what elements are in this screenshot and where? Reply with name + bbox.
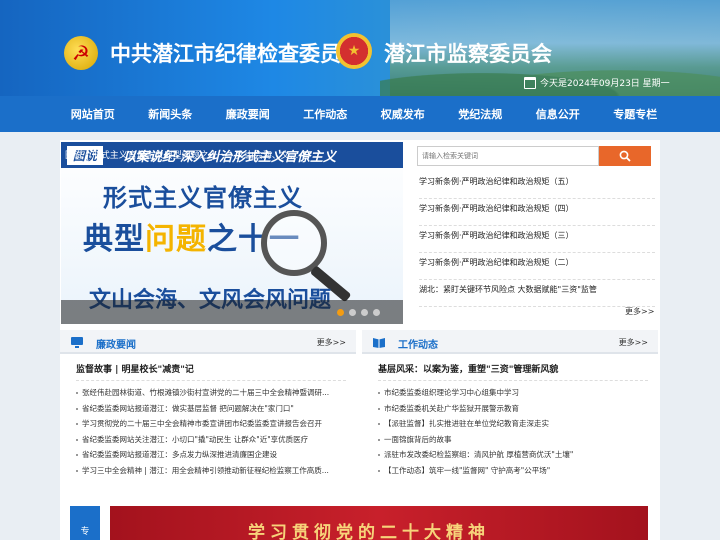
list-item[interactable]: 张经伟赴园林街道、竹根滩镇沙街村宣讲党的二十届三中全会精神暨调研...: [76, 387, 346, 403]
box-title: 廉政要闻: [96, 340, 136, 351]
calendar-icon: [524, 76, 536, 89]
list-item[interactable]: 【工作动态】筑牢一线"监督网" 守护高考"公平场": [378, 465, 648, 481]
nav-integrity-news[interactable]: 廉政要闻: [209, 106, 287, 122]
list-item[interactable]: 市纪委监委组织理论学习中心组集中学习: [378, 387, 648, 403]
search-input[interactable]: [417, 146, 599, 166]
list-item[interactable]: 湖北：紧盯关键环节风险点 大数据赋能"三资"监管: [419, 280, 655, 307]
list-item[interactable]: 学习贯彻党的二十届三中全会精神市委宣讲团市纪委监委宣讲报告会召开: [76, 418, 346, 434]
list-item[interactable]: 学习新条例·严明政治纪律和政治规矩（二）: [419, 253, 655, 280]
national-emblem-icon: ★: [336, 33, 372, 69]
list-item[interactable]: 一面锦旗背后的故事: [378, 434, 648, 450]
nav-official-releases[interactable]: 权威发布: [364, 106, 442, 122]
site-header: ☭ 中共潜江市纪律检查委员会 ★ 潜江市监察委员会 今天是2024年09月23日…: [0, 0, 720, 96]
banner-text: 学习贯彻党的二十大精神: [248, 523, 490, 540]
carousel-caption[interactable]: 图说 | 形式主义官僚主义典型问题之十一：文山会海、文...: [65, 148, 325, 161]
list-item[interactable]: 市纪委监委机关赴广华监狱开展警示教育: [378, 403, 648, 419]
list-item[interactable]: 学习新条例·严明政治纪律和政治规矩（三）: [419, 226, 655, 253]
list-item[interactable]: 派驻市发改委纪检监察组：清风护航 厚植营商优沃"土壤": [378, 449, 648, 465]
topic-banner[interactable]: 学习贯彻党的二十大精神: [110, 506, 648, 540]
news-list: 市纪委监委组织理论学习中心组集中学习 市纪委监委机关赴广华监狱开展警示教育 【派…: [378, 387, 648, 480]
carousel-headline-1: 形式主义官僚主义: [103, 184, 303, 212]
image-carousel[interactable]: 图说 以案说纪·深入纠治形式主义官僚主义 形式主义官僚主义 典型问题之十一 文山…: [61, 142, 403, 324]
nav-headlines[interactable]: 新闻头条: [132, 106, 210, 122]
more-link[interactable]: 更多>>: [619, 337, 648, 348]
list-item[interactable]: 省纪委监委网站报道潜江：多点发力纵深推进清廉国企建设: [76, 449, 346, 465]
box-title: 工作动态: [398, 340, 438, 351]
site-title-cpc: 中共潜江市纪律检查委员会: [110, 42, 362, 66]
more-link[interactable]: 更多>>: [625, 306, 654, 317]
lead-headline[interactable]: 监督故事 | 明星校长"减责"记: [76, 362, 194, 375]
list-item[interactable]: 【派驻监督】扎实推进驻在单位党纪教育走深走实: [378, 418, 648, 434]
nav-info-disclosure[interactable]: 信息公开: [519, 106, 597, 122]
carousel-dot-3[interactable]: [361, 309, 368, 316]
top-news-list: 学习新条例·严明政治纪律和政治规矩（五） 学习新条例·严明政治纪律和政治规矩（四…: [419, 172, 655, 307]
date-text: 今天是2024年09月23日 星期一: [540, 79, 670, 89]
nav-special-topics[interactable]: 专题专栏: [597, 106, 675, 122]
special-topic-tab[interactable]: 专: [70, 506, 100, 540]
nav-home[interactable]: 网站首页: [54, 106, 132, 122]
list-item[interactable]: 学习新条例·严明政治纪律和政治规矩（四）: [419, 199, 655, 226]
lead-headline[interactable]: 基层风采：以案为鉴，重塑"三资"管理新风貌: [378, 362, 558, 375]
news-list: 张经伟赴园林街道、竹根滩镇沙街村宣讲党的二十届三中全会精神暨调研... 省纪委监…: [76, 387, 346, 480]
carousel-dot-4[interactable]: [373, 309, 380, 316]
main-nav: 网站首页 新闻头条 廉政要闻 工作动态 权威发布 党纪法规 信息公开 专题专栏: [0, 96, 720, 132]
list-item[interactable]: 学习新条例·严明政治纪律和政治规矩（五）: [419, 172, 655, 199]
monitor-icon: [71, 337, 83, 348]
list-item[interactable]: 省纪委监委网站关注潜江：小切口"撬"动民生 让群众"近"享优质医疗: [76, 434, 346, 450]
search-icon: [619, 150, 631, 162]
carousel-dot-2[interactable]: [349, 309, 356, 316]
carousel-dots: [337, 309, 380, 316]
carousel-dot-1[interactable]: [337, 309, 344, 316]
list-item[interactable]: 省纪委监委网站报道潜江：做实基层监督 把问题解决在"家门口": [76, 403, 346, 419]
search-button[interactable]: [599, 146, 651, 166]
nav-party-regulations[interactable]: 党纪法规: [442, 106, 520, 122]
integrity-news-box: 廉政要闻 更多>> 监督故事 | 明星校长"减责"记 张经伟赴园林街道、竹根滩镇…: [60, 330, 356, 498]
more-link[interactable]: 更多>>: [317, 337, 346, 348]
date-display: 今天是2024年09月23日 星期一: [524, 76, 670, 89]
book-icon: [373, 338, 385, 348]
work-updates-box: 工作动态 更多>> 基层风采：以案为鉴，重塑"三资"管理新风貌 市纪委监委组织理…: [362, 330, 658, 498]
nav-work-updates[interactable]: 工作动态: [287, 106, 365, 122]
party-emblem-icon: ☭: [64, 36, 98, 70]
list-item[interactable]: 学习三中全会精神 | 潜江：用全会精神引领推动新征程纪检监察工作高质...: [76, 465, 346, 481]
site-title-supervision: 潜江市监察委员会: [384, 42, 552, 66]
